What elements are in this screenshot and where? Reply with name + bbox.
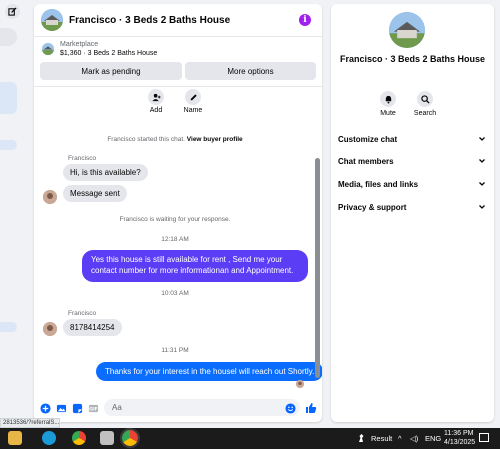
marketplace-bar: Marketplace $1,360 · 3 Beds 2 Baths Hous… [34, 37, 322, 87]
section-label: Privacy & support [338, 202, 407, 212]
message-list: Add Name Francisco started this chat. Vi… [34, 88, 322, 393]
sender-avatar[interactable] [43, 190, 57, 204]
chrome-active-icon[interactable] [120, 428, 140, 448]
clock-date[interactable]: 4/13/2025 [444, 439, 475, 446]
result-label[interactable]: Result [371, 434, 392, 443]
more-options-button[interactable]: More options [185, 62, 316, 80]
chat-window: Francisco · 3 Beds 2 Baths House i Marke… [34, 4, 322, 422]
chrome-icon[interactable] [72, 431, 86, 445]
incoming-message[interactable]: 8178414254 [63, 319, 122, 336]
add-label: Add [149, 107, 163, 114]
chat-started-text: Francisco started this chat. [107, 136, 185, 143]
search-label: Search [413, 110, 437, 117]
chat-avatar[interactable] [41, 9, 63, 31]
waiting-note: Francisco is waiting for your response. [119, 216, 231, 223]
thumbs-up-icon[interactable] [304, 401, 317, 414]
sender-avatar[interactable] [43, 322, 57, 336]
clock-time[interactable]: 11:36 PM [444, 430, 473, 437]
mark-pending-button[interactable]: Mark as pending [40, 62, 182, 80]
scrollbar[interactable] [315, 158, 320, 378]
chat-title: Francisco · 3 Beds 2 Baths House [69, 15, 231, 26]
section-label: Chat members [338, 156, 394, 166]
timestamp: 10:03 AM [161, 290, 189, 297]
message-input[interactable]: Aa [104, 399, 300, 416]
info-avatar[interactable] [389, 12, 425, 48]
name-label: Name [183, 107, 203, 114]
chevron-down-icon [479, 182, 485, 186]
view-profile-link[interactable]: View buyer profile [187, 136, 243, 143]
timestamp: 11:31 PM [161, 347, 189, 354]
marketplace-label: Marketplace [60, 41, 99, 48]
gif-icon[interactable]: GIF [87, 402, 99, 414]
gallery-icon[interactable] [55, 402, 67, 414]
incoming-message[interactable]: Message sent [63, 185, 127, 202]
info-icon[interactable]: i [299, 14, 311, 26]
compose-icon[interactable] [5, 4, 20, 19]
volume-icon[interactable]: ◁) [410, 434, 418, 443]
chat-members-row[interactable]: Chat members [338, 154, 486, 168]
taskbar: Result ^ ◁) ENG 11:36 PM 4/13/2025 [0, 428, 500, 449]
listing-title[interactable]: $1,360 · 3 Beds 2 Baths House [60, 50, 157, 57]
status-url: 2813536/?referralS... [0, 418, 60, 428]
chat-started-note: Francisco started this chat. View buyer … [40, 136, 310, 143]
sticker-icon[interactable] [71, 402, 83, 414]
outgoing-message[interactable]: Yes this house is still available for re… [82, 250, 308, 282]
sender-name: Francisco [68, 310, 97, 317]
seen-avatar [296, 380, 304, 388]
file-explorer-icon[interactable] [8, 431, 22, 445]
pencil-icon[interactable] [185, 89, 201, 105]
section-label: Customize chat [338, 134, 398, 144]
sidebar-item[interactable] [0, 322, 17, 332]
app-icon[interactable] [100, 431, 114, 445]
customize-chat-row[interactable]: Customize chat [338, 132, 486, 146]
sidebar-item[interactable] [0, 140, 17, 150]
privacy-support-row[interactable]: Privacy & support [338, 200, 486, 214]
edge-icon[interactable] [42, 431, 56, 445]
bell-icon[interactable] [380, 91, 396, 107]
notification-icon[interactable] [479, 433, 489, 442]
sender-name: Francisco [68, 155, 97, 162]
incoming-message[interactable]: Hi, is this available? [63, 164, 148, 181]
search-icon[interactable] [417, 91, 433, 107]
info-title: Francisco · 3 Beds 2 Baths House [339, 54, 486, 64]
chat-header: Francisco · 3 Beds 2 Baths House i [34, 4, 322, 37]
outgoing-message[interactable]: Thanks for your interest in the housel w… [96, 362, 322, 381]
sidebar-item[interactable] [0, 28, 17, 46]
language-indicator[interactable]: ENG [425, 434, 441, 443]
emoji-icon[interactable] [284, 402, 296, 414]
svg-text:GIF: GIF [89, 406, 98, 412]
chevron-down-icon [479, 205, 485, 209]
section-label: Media, files and links [338, 179, 419, 189]
chevron-up-icon[interactable]: ^ [398, 434, 402, 443]
sidebar-item-active[interactable] [0, 82, 17, 114]
composer: GIF Aa [34, 395, 322, 422]
add-user-icon[interactable] [148, 89, 164, 105]
media-files-row[interactable]: Media, files and links [338, 177, 486, 191]
timestamp: 12:18 AM [161, 236, 189, 243]
info-panel: Francisco · 3 Beds 2 Baths House Mute Se… [331, 4, 494, 422]
mute-label: Mute [380, 110, 396, 117]
chevron-down-icon [479, 137, 485, 141]
plus-circle-icon[interactable] [39, 402, 51, 414]
left-sidebar [0, 0, 28, 428]
chevron-down-icon [479, 159, 485, 163]
chess-icon[interactable] [356, 433, 366, 443]
listing-thumbnail[interactable] [42, 43, 54, 55]
